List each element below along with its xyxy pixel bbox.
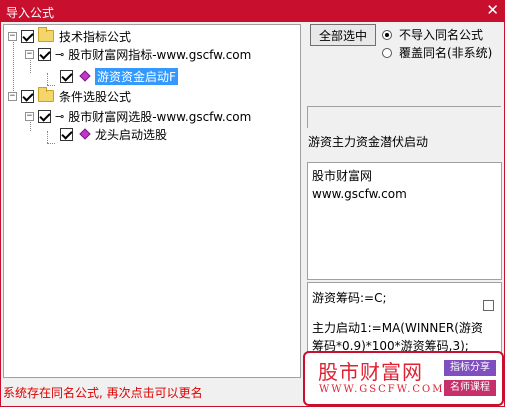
collapse-icon[interactable]: − [25,49,34,59]
leader-start-stock-checkbox[interactable] [60,127,73,141]
separator-frame [307,106,501,128]
tree-node-tech-indicators[interactable]: − 技术指标公式 [8,27,131,45]
watermark-brand: 股市财富网 [318,360,423,384]
gscfw-watermark-logo: 股市财富网 WWW.GSCFW.COM 指标分享 名师课程 [303,351,504,406]
tree-node-label: 股市财富网选股-www.gscfw.com [68,109,252,124]
watermark-url: WWW.GSCFW.COM [319,384,445,395]
radio-overwrite-same-name[interactable]: 覆盖同名(非系统) [382,44,492,61]
watermark-tag-indicator-share: 指标分享 [444,360,496,376]
tree-node-gscfw-indicators[interactable]: − ⊸ 股市财富网指标-www.gscfw.com [25,45,251,63]
code-line-1: 游资筹码:=C; [312,291,387,305]
tree-node-condition-stock[interactable]: − 条件选股公式 [8,87,131,105]
status-message: 系统存在同名公式, 再次点击可以更名 [3,386,203,400]
key-icon: ⊸ [55,47,65,61]
title-bar: 导入公式 ✕ [0,0,505,22]
tree-node-youzi-fund-start[interactable]: 游资资金启动F [60,67,178,85]
folder-icon [38,87,54,102]
collapse-icon[interactable]: − [25,111,34,121]
radio-skip-label: 不导入同名公式 [399,28,484,42]
import-formula-dialog: − 技术指标公式 − ⊸ 股市财富网指标-www.gscfw.com 游资资金启… [0,22,505,407]
formula-description: 游资主力资金潜伏启动 [308,135,429,149]
radio-skip-same-name-dot[interactable] [382,29,392,40]
tree-node-label: 股市财富网指标-www.gscfw.com [68,47,252,62]
folder-icon [38,27,54,42]
radio-overwrite-dot[interactable] [382,47,392,58]
youzi-fund-start-checkbox[interactable] [60,69,73,83]
tree-node-label-selected: 游资资金启动F [95,67,178,85]
tree-node-leader-start-stock[interactable]: 龙头启动选股 [60,125,167,143]
code-line-2: 主力启动1:=MA(WINNER(游资筹码*0.9)*100*游资筹码,3); [312,321,483,353]
tree-node-label: 龙头启动选股 [95,127,168,142]
gscfw-indicators-checkbox[interactable] [38,47,51,61]
formula-site: www.gscfw.com [312,187,407,201]
formula-tree[interactable]: − 技术指标公式 − ⊸ 股市财富网指标-www.gscfw.com 游资资金启… [3,24,301,378]
close-icon[interactable]: ✕ [486,2,499,18]
code-box-checkbox[interactable] [483,300,494,311]
formula-info-box: 股市财富网 www.gscfw.com [307,162,502,280]
tree-node-label: 技术指标公式 [59,29,132,44]
tree-node-label: 条件选股公式 [59,89,132,104]
watermark-tag-teacher-course: 名师课程 [444,380,496,396]
key-icon: ⊸ [55,109,65,123]
tree-node-gscfw-stock[interactable]: − ⊸ 股市财富网选股-www.gscfw.com [25,107,251,125]
gscfw-stock-checkbox[interactable] [38,109,51,123]
collapse-icon[interactable]: − [8,31,17,41]
formula-gem-icon [79,70,91,82]
formula-author: 股市财富网 [312,169,373,183]
condition-stock-checkbox[interactable] [21,89,34,103]
radio-skip-same-name[interactable]: 不导入同名公式 [382,26,483,43]
select-all-button[interactable]: 全部选中 [310,24,376,46]
collapse-icon[interactable]: − [8,91,17,101]
window-title: 导入公式 [6,6,55,20]
tech-indicators-checkbox[interactable] [21,29,34,43]
radio-overwrite-label: 覆盖同名(非系统) [399,46,493,60]
formula-gem-icon [79,128,91,140]
